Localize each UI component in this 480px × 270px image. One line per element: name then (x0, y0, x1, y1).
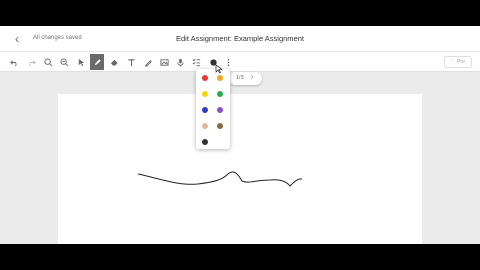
highlighter-icon[interactable] (142, 56, 154, 68)
page-navigator[interactable]: 1/3 › (229, 72, 262, 85)
color-palette (196, 69, 230, 149)
undo-icon[interactable] (8, 56, 20, 68)
redo-icon[interactable] (25, 56, 37, 68)
page-number: 1/3 (236, 75, 244, 81)
chevron-right-icon[interactable]: › (251, 74, 253, 81)
color-swatch-brown[interactable] (217, 123, 223, 129)
zoom-in-icon[interactable] (42, 56, 54, 68)
color-swatch-red[interactable] (202, 75, 208, 81)
color-swatch-purple[interactable] (217, 107, 223, 113)
color-swatch-green[interactable] (217, 91, 223, 97)
pro-button[interactable]: ♡ Pro (444, 56, 472, 68)
pen-stroke (137, 171, 303, 187)
color-swatch-yellow[interactable] (202, 91, 208, 97)
pen-icon[interactable] (90, 54, 104, 70)
image-icon[interactable] (158, 56, 170, 68)
audio-icon[interactable] (174, 56, 186, 68)
app-screen: ‹ All changes saved Edit Assignment: Exa… (0, 26, 480, 244)
mouse-cursor-icon (215, 64, 223, 74)
select-icon[interactable] (75, 56, 87, 68)
editor-toolbar: ♡ Pro (0, 52, 480, 72)
canvas-page[interactable] (58, 94, 422, 244)
color-swatch-black[interactable] (202, 139, 208, 145)
eraser-icon[interactable] (108, 56, 120, 68)
more-icon[interactable] (222, 56, 234, 68)
title-bar: ‹ All changes saved Edit Assignment: Exa… (0, 26, 480, 52)
color-swatch-blue[interactable] (202, 107, 208, 113)
color-swatch-orange[interactable] (217, 75, 223, 81)
checklist-icon[interactable] (190, 56, 202, 68)
zoom-out-icon[interactable] (58, 56, 70, 68)
page-title: Edit Assignment: Example Assignment (176, 34, 304, 43)
color-swatch-tan[interactable] (202, 123, 208, 129)
pro-label: Pro (457, 59, 465, 65)
text-icon[interactable] (125, 56, 137, 68)
